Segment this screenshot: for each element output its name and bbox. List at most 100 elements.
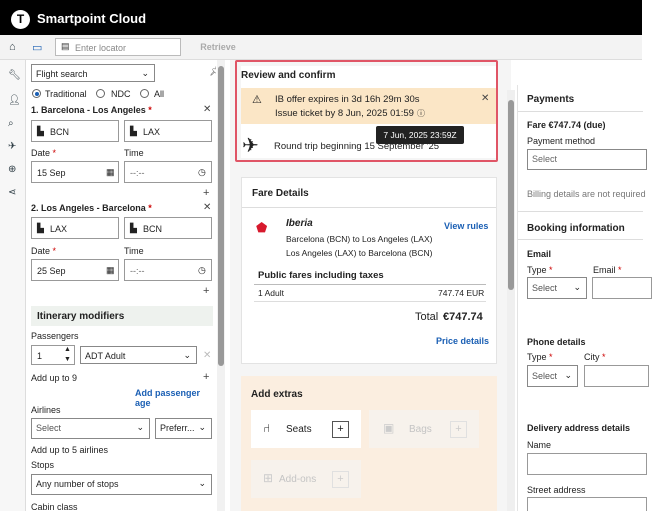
airline-select[interactable]: Select ⌄: [31, 418, 150, 439]
review-scrollbar[interactable]: [507, 90, 515, 511]
wrench-icon[interactable]: 🔧︎: [8, 70, 21, 81]
calendar-icon[interactable]: ▦: [106, 265, 115, 276]
payments-panel: Payments Fare €747.74 (due) Payment meth…: [517, 85, 652, 511]
pin-icon[interactable]: 📌︎: [209, 66, 216, 77]
segment-2-origin[interactable]: ▙ LAX: [31, 217, 119, 239]
name-input[interactable]: [527, 453, 647, 475]
route-return: Los Angeles (LAX) to Barcelona (BCN): [286, 248, 433, 258]
booking-heading: Booking information: [527, 223, 625, 234]
passenger-count-stepper[interactable]: 1 ▲ ▼: [31, 345, 75, 365]
email-section-label: Email: [527, 249, 552, 259]
city-code-input[interactable]: [584, 365, 649, 387]
total-amount: €747.74: [443, 311, 483, 323]
divider: [518, 211, 643, 212]
total-label: Total: [415, 311, 439, 323]
bags-tile[interactable]: ▣ Bags +: [369, 410, 479, 448]
clock-icon[interactable]: ◷: [198, 167, 206, 178]
retrieve-button[interactable]: Retrieve: [190, 38, 246, 56]
clock-icon[interactable]: ◷: [198, 265, 206, 276]
seats-tile[interactable]: ⑁ Seats +: [251, 410, 361, 448]
passengers-label: Passengers: [31, 331, 79, 341]
phone-type-select[interactable]: Select ⌄: [527, 365, 578, 387]
add-seats-button[interactable]: +: [332, 421, 349, 438]
public-fares-heading: Public fares including taxes: [258, 270, 384, 281]
locator-placeholder: Enter locator: [75, 43, 127, 53]
calendar-icon[interactable]: ▦: [106, 167, 115, 178]
segment-2-destination[interactable]: ▙ BCN: [124, 217, 212, 239]
stepper-up-icon[interactable]: ▲: [64, 346, 71, 353]
segment-1-origin-value: BCN: [50, 127, 70, 137]
airline-preference-value: Preferr...: [160, 423, 195, 433]
airline-preference-select[interactable]: Preferr... ⌄: [155, 418, 212, 439]
type-label-text: Type: [527, 352, 547, 362]
share-icon[interactable]: ⋖: [8, 187, 16, 198]
chevron-down-icon: ⌄: [183, 350, 191, 360]
radio-all[interactable]: [140, 89, 149, 98]
divider: [242, 207, 496, 208]
divider: [254, 301, 486, 302]
add-segment-icon[interactable]: +: [203, 187, 209, 199]
radio-traditional-label: Traditional: [45, 89, 87, 99]
stops-label: Stops: [31, 460, 55, 470]
scroll-thumb[interactable]: [508, 100, 514, 290]
left-panel-scrollbar[interactable]: [217, 60, 225, 511]
add-addons-button[interactable]: +: [332, 471, 349, 488]
email-type-select[interactable]: Select ⌄: [527, 277, 587, 299]
itinerary-modifiers-heading: Itinerary modifiers: [31, 306, 213, 326]
scroll-thumb[interactable]: [218, 66, 224, 366]
payment-method-select[interactable]: Select: [527, 149, 647, 170]
app-title: Smartpoint Cloud: [37, 11, 147, 26]
segment-2-date-input[interactable]: 25 Sep ▦: [31, 259, 119, 281]
addons-icon: ⊞: [263, 471, 274, 485]
addons-tile[interactable]: ⊞ Add-ons +: [251, 460, 361, 498]
profile-icon[interactable]: 👤︎: [8, 95, 21, 106]
close-icon[interactable]: ✕: [203, 350, 211, 361]
add-passenger-icon[interactable]: +: [203, 371, 209, 383]
stepper-down-icon[interactable]: ▼: [64, 356, 71, 363]
outer-margin: [642, 0, 672, 511]
view-rules-link[interactable]: View rules: [444, 221, 488, 231]
home-icon[interactable]: ⌂: [9, 41, 16, 53]
delivery-section-label: Delivery address details: [527, 423, 631, 433]
add-segment-icon[interactable]: +: [203, 285, 209, 297]
segment-1-destination[interactable]: ▙ LAX: [124, 120, 212, 142]
segment-1-date-input[interactable]: 15 Sep ▦: [31, 161, 119, 183]
passenger-type-select[interactable]: ADT Adult ⌄: [80, 346, 197, 364]
flight-icon[interactable]: ✈: [8, 141, 16, 152]
seats-label: Seats: [286, 424, 312, 435]
radio-ndc[interactable]: [96, 89, 105, 98]
email-type-placeholder: Select: [532, 283, 558, 293]
chevron-down-icon: ⌄: [141, 68, 149, 78]
add-extras-section: Add extras ⑁ Seats + ▣ Bags + ⊞ Add-ons …: [241, 376, 497, 511]
terminal-icon[interactable]: ▭: [32, 41, 42, 54]
street-input[interactable]: [527, 497, 647, 511]
segment-2-time-input[interactable]: --:-- ◷: [124, 259, 212, 281]
seat-icon: ⑁: [263, 421, 271, 435]
stops-select[interactable]: Any number of stops ⌄: [31, 474, 212, 495]
segment-1-origin[interactable]: ▙ BCN: [31, 120, 119, 142]
segment-2-date-value: 25 Sep: [37, 266, 66, 276]
close-icon[interactable]: ✕: [203, 202, 211, 213]
segment-2-time-label: Time: [124, 246, 144, 256]
email-label: Email *: [593, 265, 622, 275]
email-input[interactable]: [592, 277, 652, 299]
chevron-down-icon: ⌄: [136, 422, 144, 432]
airlines-label: Airlines: [31, 405, 61, 415]
zoom-icon[interactable]: ⊕: [8, 164, 16, 175]
side-rail: 🔧︎ 👤︎ ⌕ ✈ ⊕ ⋖: [0, 60, 26, 511]
bags-label: Bags: [409, 424, 432, 435]
add-bags-button[interactable]: +: [450, 421, 467, 438]
segment-1-time-input[interactable]: --:-- ◷: [124, 161, 212, 183]
search-icon[interactable]: ⌕: [8, 118, 14, 129]
radio-traditional[interactable]: [32, 89, 41, 98]
chevron-down-icon: ⌄: [198, 422, 206, 432]
add-up-to-passengers: Add up to 9: [31, 373, 78, 383]
app-logo-icon: T: [11, 10, 30, 29]
date-label: Date: [31, 148, 51, 158]
close-icon[interactable]: ✕: [203, 104, 211, 115]
add-passenger-age-link[interactable]: Add passenger age: [135, 388, 216, 408]
locator-input[interactable]: ▤ Enter locator: [55, 38, 181, 56]
toolbar: ⌂ ▭ ▤ Enter locator Retrieve: [0, 35, 642, 60]
search-mode-select[interactable]: Flight search ⌄: [31, 64, 155, 82]
price-details-link[interactable]: Price details: [436, 336, 489, 346]
